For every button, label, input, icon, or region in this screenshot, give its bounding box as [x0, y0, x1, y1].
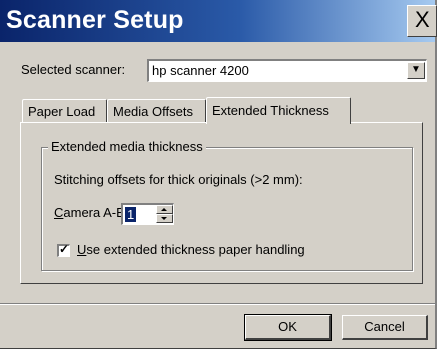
tab-panel-extended-thickness: Extended media thickness Stitching offse… [20, 122, 423, 284]
checkmark-icon: ✓ [59, 242, 70, 256]
divider [0, 303, 435, 305]
scanner-dropdown[interactable]: hp scanner 4200 ▼ [147, 59, 427, 82]
stitching-offsets-text: Stitching offsets for thick originals (>… [54, 172, 303, 187]
extended-thickness-checkbox-label[interactable]: Use extended thickness paper handling [77, 242, 305, 257]
camera-ab-label: Camera A-B: [54, 205, 129, 220]
tab-label: Extended Thickness [212, 103, 329, 118]
close-button[interactable]: X [407, 5, 437, 37]
cancel-button[interactable]: Cancel [342, 315, 428, 340]
extended-thickness-groupbox: Extended media thickness Stitching offse… [41, 139, 413, 271]
arrow-up-icon [161, 208, 167, 211]
extended-thickness-checkbox[interactable]: ✓ [57, 242, 70, 257]
groupbox-title: Extended media thickness [48, 139, 206, 154]
title-bar[interactable]: Scanner Setup X [0, 0, 437, 42]
arrow-down-icon [161, 217, 167, 220]
scanner-dropdown-value: hp scanner 4200 [152, 63, 249, 78]
ok-button[interactable]: OK [244, 314, 332, 341]
selected-scanner-label: Selected scanner: [21, 62, 126, 77]
tab-label: Paper Load [28, 104, 96, 119]
spin-up-button[interactable] [156, 205, 173, 214]
camera-ab-spinner[interactable]: 1 [121, 203, 174, 225]
tab-extended-thickness[interactable]: Extended Thickness [206, 97, 351, 124]
camera-ab-value[interactable]: 1 [125, 207, 137, 222]
tab-media-offsets[interactable]: Media Offsets [107, 99, 206, 123]
spin-down-button[interactable] [156, 214, 173, 223]
spin-buttons [156, 205, 173, 224]
chevron-down-icon: ▼ [411, 64, 421, 75]
scanner-setup-dialog: Scanner Setup X Selected scanner: hp sca… [0, 0, 437, 349]
tab-label: Media Offsets [113, 104, 193, 119]
tab-paper-load[interactable]: Paper Load [22, 99, 107, 123]
dialog-title: Scanner Setup [6, 6, 184, 34]
close-icon: X [415, 7, 430, 32]
dropdown-arrow-button[interactable]: ▼ [407, 62, 425, 79]
